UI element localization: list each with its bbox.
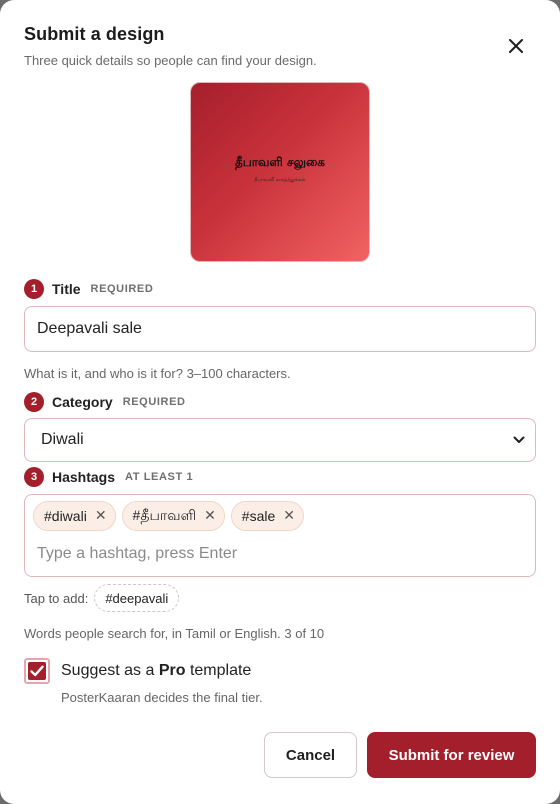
- submit-design-dialog: Submit a design Three quick details so p…: [0, 0, 560, 804]
- step-badge: 3: [24, 467, 44, 487]
- submit-button[interactable]: Submit for review: [367, 732, 536, 778]
- required-tag: REQUIRED: [90, 283, 154, 295]
- chevron-down-icon: [513, 436, 525, 443]
- dialog-subtitle: Three quick details so people can find y…: [24, 53, 317, 68]
- category-selected-value: Diwali: [41, 431, 84, 448]
- step-badge: 2: [24, 392, 44, 412]
- hashtag-chip-label: #diwali: [44, 508, 87, 524]
- pro-template-label[interactable]: Suggest as a Pro template: [61, 662, 251, 680]
- design-preview: தீபாவளி சலுகை தீபாவளி வாழ்த்துக்கள்: [190, 82, 370, 262]
- suggestions-label: Tap to add:: [24, 590, 89, 606]
- title-field-header: 1 Title REQUIRED: [24, 279, 153, 299]
- suggested-hashtag[interactable]: #deepavali: [94, 584, 180, 612]
- category-label: Category: [52, 394, 113, 410]
- hashtag-chip: #diwali ✕: [33, 501, 116, 531]
- hashtag-input[interactable]: [37, 541, 517, 567]
- pro-template-checkbox[interactable]: [24, 658, 50, 684]
- pro-label-prefix: Suggest as a: [61, 662, 159, 679]
- hashtag-chip: #sale ✕: [230, 501, 304, 531]
- hashtag-chip: #தீபாவளி ✕: [121, 501, 225, 531]
- hashtag-chip-label: #தீபாவளி: [132, 506, 197, 523]
- category-field-header: 2 Category REQUIRED: [24, 392, 186, 412]
- hashtag-suggestions: Tap to add: #deepavali: [24, 584, 180, 612]
- remove-icon[interactable]: ✕: [95, 509, 107, 523]
- category-select[interactable]: Diwali: [24, 418, 536, 462]
- pro-label-bold: Pro: [158, 662, 186, 679]
- checkbox-fill: [28, 662, 46, 680]
- hashtag-chip-label: #sale: [241, 508, 276, 524]
- hashtags-label: Hashtags: [52, 469, 116, 485]
- pro-label-suffix: template: [185, 662, 252, 679]
- hashtag-box[interactable]: #diwali ✕ #தீபாவளி ✕ #sale ✕: [24, 494, 536, 577]
- hashtags-hint: Words people search for, in Tamil or Eng…: [24, 626, 325, 641]
- title-hint: What is it, and who is it for? 3–100 cha…: [24, 366, 291, 381]
- hashtags-field-header: 3 Hashtags AT LEAST 1: [24, 467, 193, 487]
- remove-icon[interactable]: ✕: [204, 509, 216, 523]
- close-button[interactable]: [500, 30, 532, 62]
- close-icon: [509, 39, 523, 53]
- remove-icon[interactable]: ✕: [283, 509, 295, 523]
- hashtag-chip-list: #diwali ✕ #தீபாவளி ✕ #sale ✕: [33, 501, 304, 531]
- pro-template-note: PosterKaaran decides the final tier.: [61, 690, 263, 705]
- step-badge: 1: [24, 279, 44, 299]
- preview-subtitle: தீபாவளி வாழ்த்துக்கள்: [254, 177, 306, 183]
- cancel-button[interactable]: Cancel: [264, 732, 357, 778]
- minimum-tag: AT LEAST 1: [125, 471, 194, 483]
- preview-title: தீபாவளி சலுகை: [235, 155, 325, 169]
- check-icon: [30, 665, 44, 677]
- required-tag: REQUIRED: [122, 396, 186, 408]
- title-label: Title: [52, 281, 81, 297]
- dialog-title: Submit a design: [24, 24, 165, 44]
- title-input[interactable]: [24, 306, 536, 352]
